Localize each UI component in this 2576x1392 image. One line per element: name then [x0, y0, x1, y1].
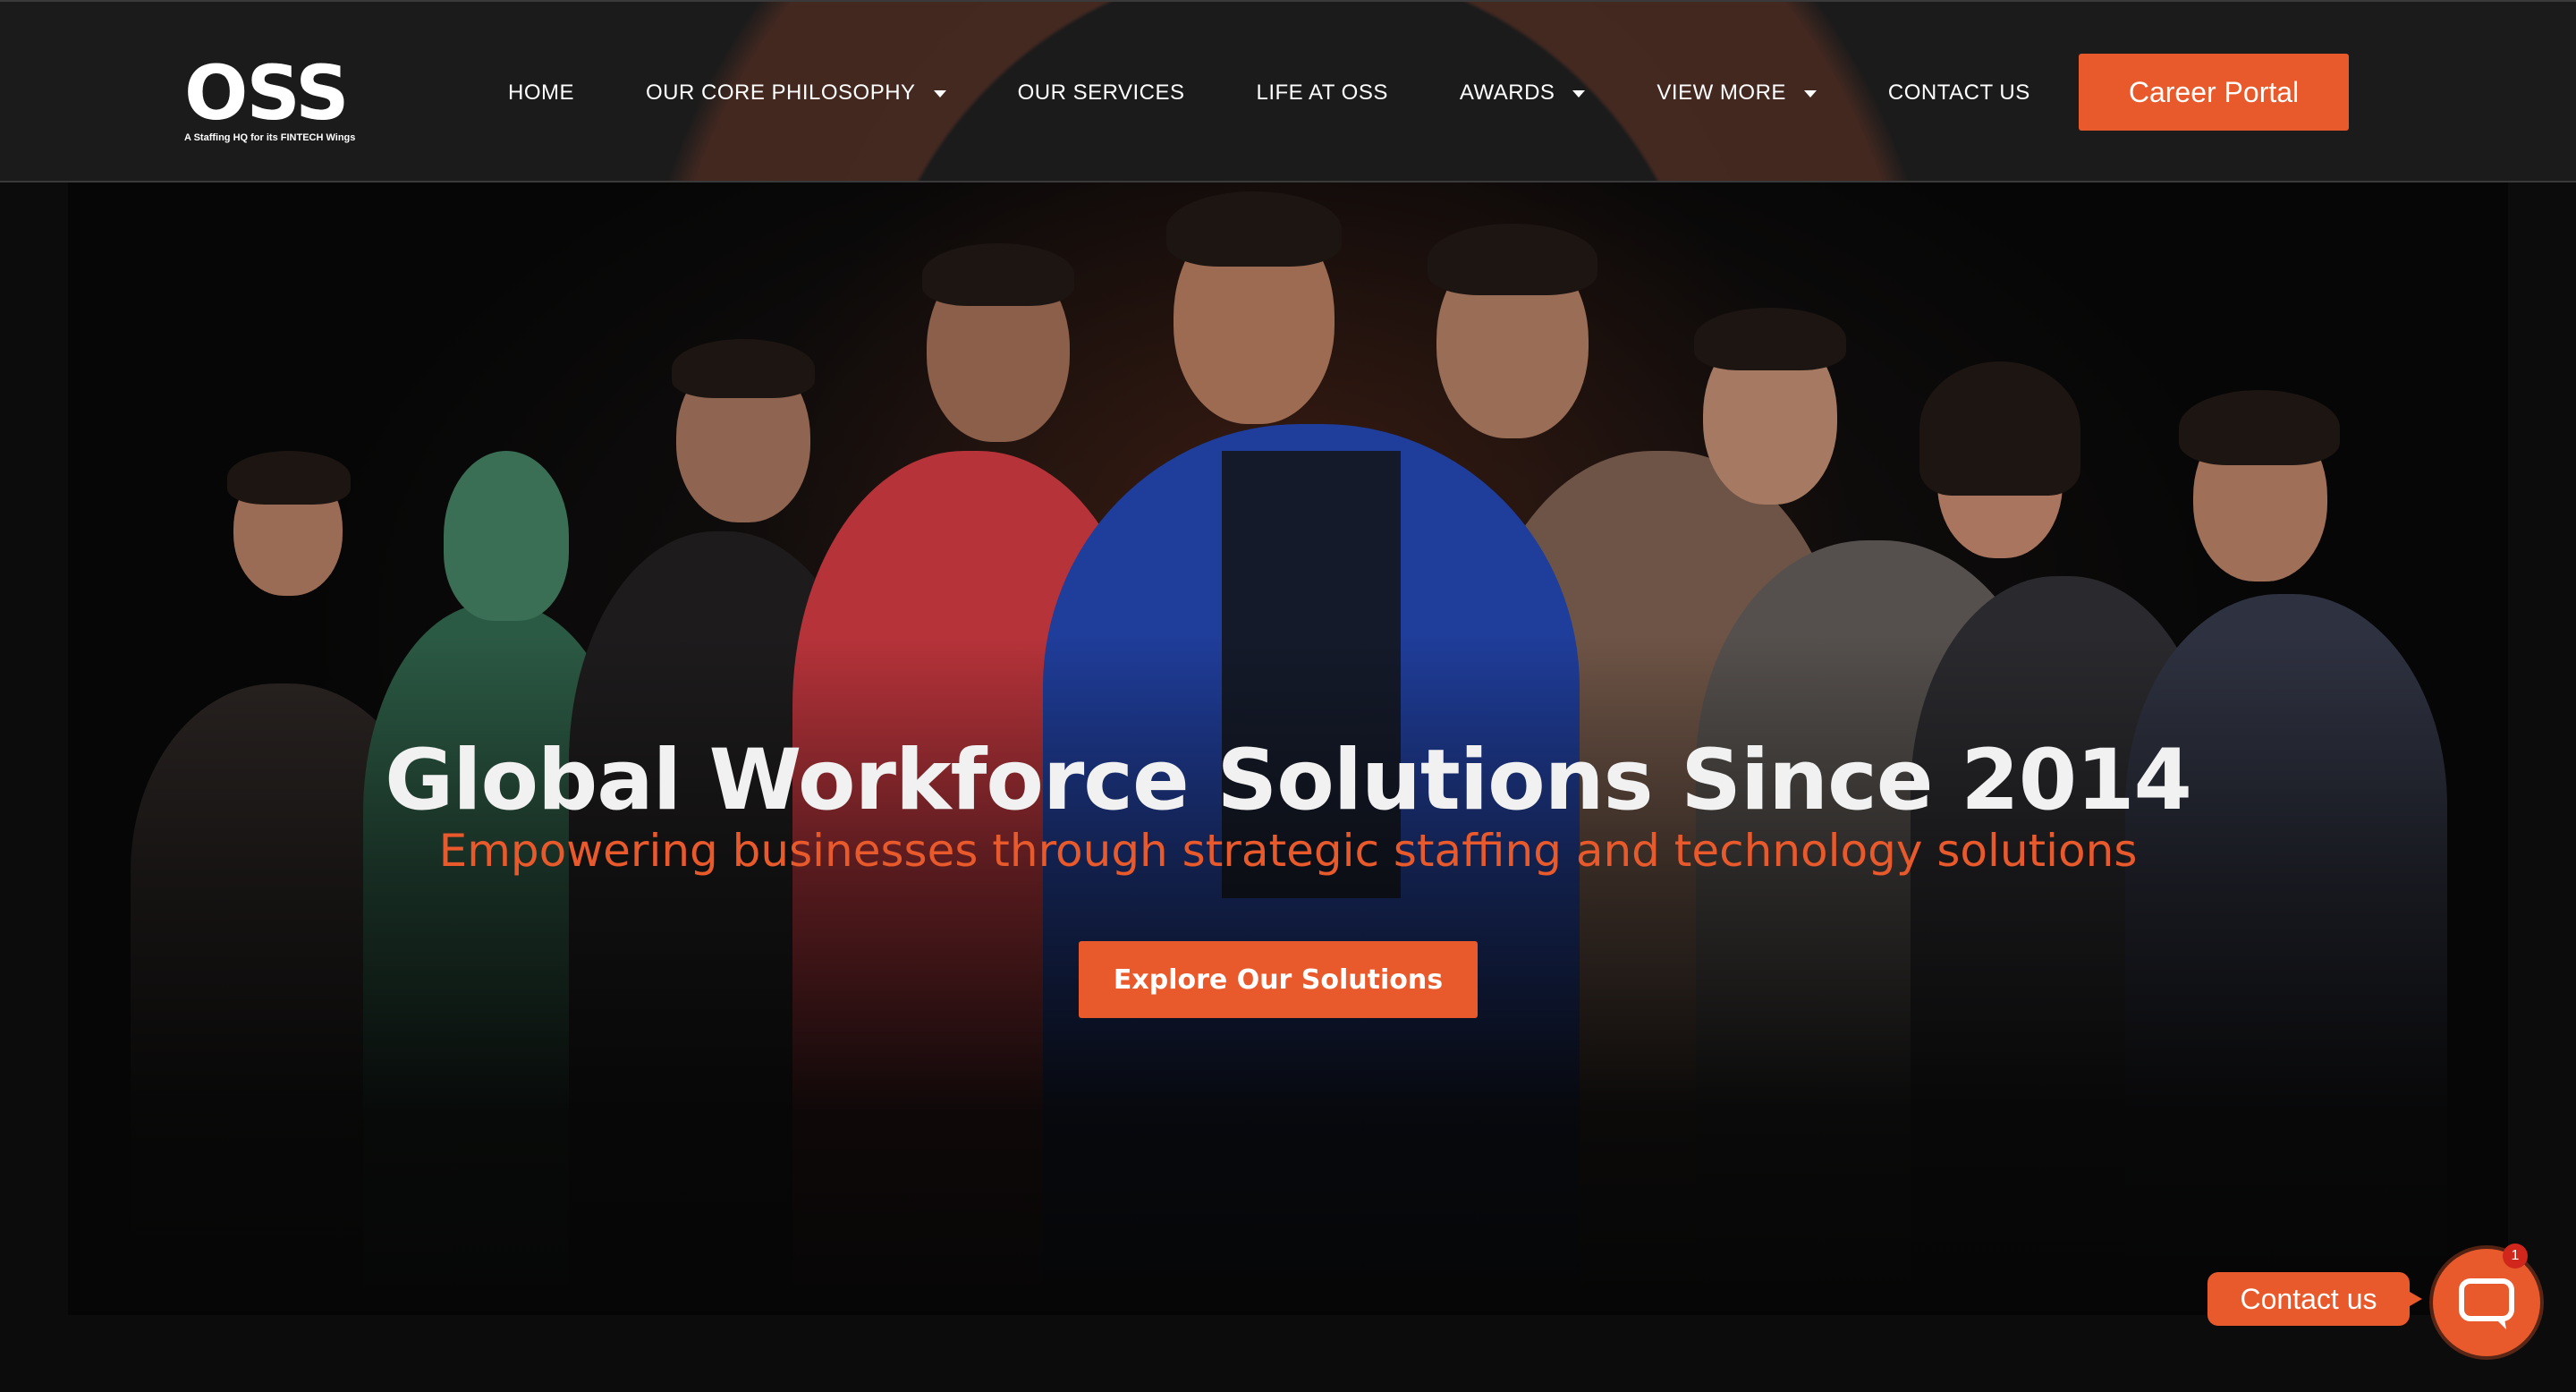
contact-us-pill[interactable]: Contact us	[2207, 1272, 2422, 1326]
nav-item-services[interactable]: OUR SERVICES	[1018, 81, 1185, 106]
logo-tagline: A Staffing HQ for its FINTECH Wings	[184, 132, 356, 143]
hero-subtitle: Empowering businesses through strategic …	[438, 825, 2138, 877]
site-header: OSS A Staffing HQ for its FINTECH Wings …	[0, 0, 2576, 182]
nav-item-home[interactable]: HOME	[508, 81, 574, 106]
nav-item-contact-us[interactable]: CONTACT US	[1888, 81, 2030, 106]
oss-logo[interactable]: OSS A Staffing HQ for its FINTECH Wings	[184, 49, 369, 145]
caret-down-icon	[1572, 90, 1586, 98]
nav-item-life-at-oss[interactable]: LIFE AT OSS	[1257, 81, 1388, 106]
caret-down-icon	[1803, 90, 1817, 98]
career-portal-button[interactable]: Career Portal	[2079, 54, 2349, 131]
nav-item-view-more[interactable]: VIEW MORE	[1657, 81, 1817, 106]
page: OSS A Staffing HQ for its FINTECH Wings …	[0, 0, 2576, 1392]
caret-down-icon	[933, 90, 946, 98]
explore-solutions-button[interactable]: Explore Our Solutions	[1079, 941, 1478, 1018]
notification-badge: 1	[2503, 1243, 2528, 1269]
chat-bubble-icon	[2459, 1278, 2514, 1329]
hero-title: Global Workforce Solutions Since 2014	[385, 732, 2192, 829]
chat-launcher-button[interactable]	[2433, 1249, 2540, 1356]
nav-item-awards[interactable]: AWARDS	[1460, 81, 1586, 106]
nav-item-core-philosophy[interactable]: OUR CORE PHILOSOPHY	[646, 81, 946, 106]
team-member-face	[444, 451, 569, 621]
main-nav: HOME OUR CORE PHILOSOPHY OUR SERVICES LI…	[508, 77, 2030, 109]
logo-wordmark: OSS	[184, 49, 350, 137]
